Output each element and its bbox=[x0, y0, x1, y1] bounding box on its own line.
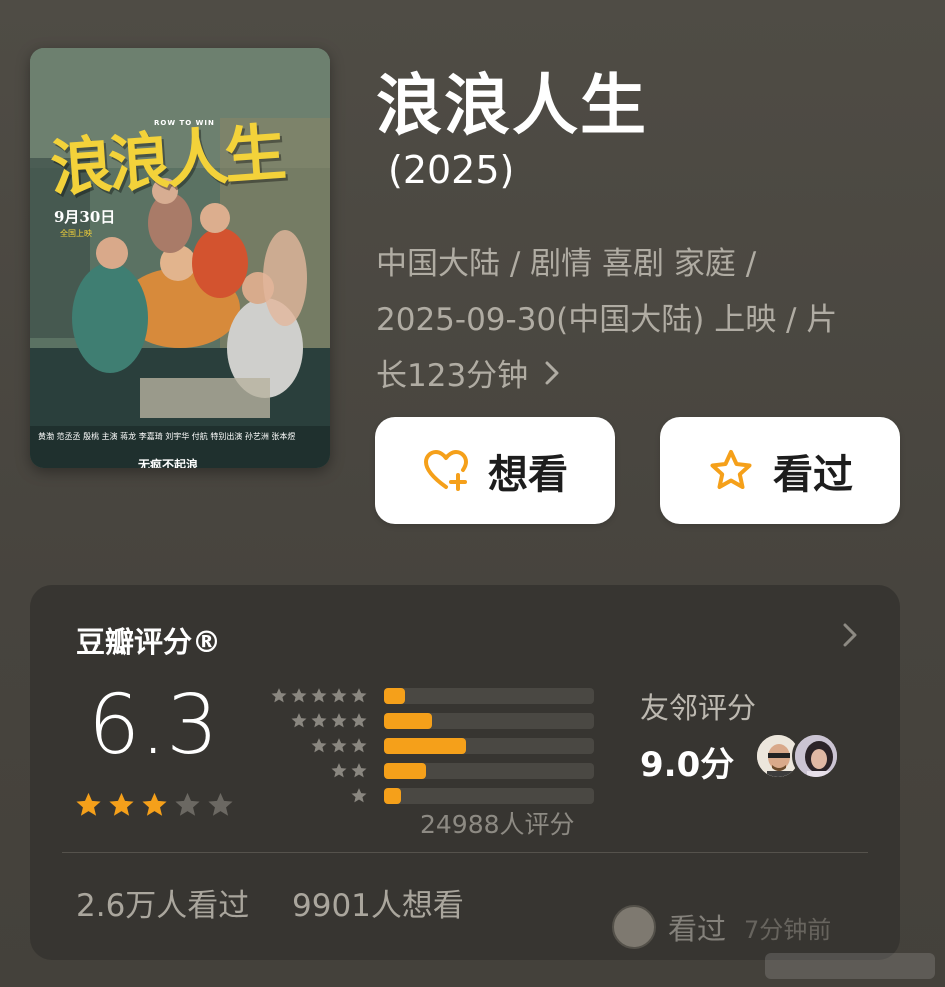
star-empty-icon bbox=[208, 792, 233, 816]
watched-label: 看过 bbox=[773, 451, 853, 498]
friend-activity[interactable]: 看过 7分钟前 bbox=[612, 903, 831, 951]
distribution-track bbox=[384, 787, 594, 804]
distribution-row bbox=[264, 683, 594, 708]
distribution-stars bbox=[264, 787, 376, 805]
avatar bbox=[612, 905, 656, 949]
rating-count: 24988人评分 bbox=[420, 810, 575, 839]
want-count[interactable]: 9901人想看 bbox=[292, 880, 464, 925]
movie-year: (2025) bbox=[388, 148, 515, 192]
star-icon bbox=[351, 712, 367, 727]
distribution-row bbox=[264, 708, 594, 733]
rating-card[interactable]: 豆瓣评分® 6.3 24988人评分 友邻评分 9.0分 2.6万人看过 990… bbox=[30, 585, 900, 960]
star-icon bbox=[331, 712, 347, 727]
neighbor-rating-score: 9.0分 bbox=[640, 745, 735, 785]
distribution-stars bbox=[264, 762, 376, 780]
heart-plus-icon bbox=[422, 447, 470, 495]
distribution-bar bbox=[384, 787, 401, 804]
star-icon bbox=[351, 737, 367, 752]
rating-distribution bbox=[264, 683, 594, 808]
distribution-track bbox=[384, 762, 594, 779]
divider bbox=[62, 852, 868, 853]
distribution-row bbox=[264, 758, 594, 783]
distribution-bar bbox=[384, 762, 426, 779]
distribution-bar bbox=[384, 712, 433, 729]
poster-release-date: 9月30日 bbox=[54, 208, 116, 226]
watched-button[interactable]: 看过 bbox=[660, 417, 900, 524]
neighbor-rating-label: 友邻评分 bbox=[640, 691, 757, 725]
neighbor-avatars[interactable] bbox=[754, 732, 844, 782]
distribution-bar bbox=[384, 737, 466, 754]
star-icon bbox=[311, 737, 327, 752]
rating-score: 6.3 bbox=[88, 678, 219, 773]
star-icon bbox=[291, 712, 307, 727]
chevron-right-icon bbox=[544, 348, 560, 404]
poster-tagline: 无疯不起浪 bbox=[138, 458, 199, 468]
star-icon bbox=[331, 737, 347, 752]
meta-line-1: 中国大陆 / 剧情 喜剧 家庭 / bbox=[376, 246, 757, 282]
chevron-right-icon[interactable] bbox=[840, 621, 860, 649]
poster-credits: 黄渤 范丞丞 殷桃 主演 蒋龙 李嘉琦 刘宇华 付航 特别出演 孙艺洲 张本煜 bbox=[38, 432, 296, 442]
star-icon bbox=[331, 762, 347, 777]
movie-detail-page: ROW TO WIN 浪浪人生 9月30日 全国上映 无疯不起浪 黄渤 范丞丞 … bbox=[0, 0, 945, 987]
star-filled-icon bbox=[109, 792, 134, 816]
watched-count[interactable]: 2.6万人看过 bbox=[76, 880, 249, 925]
star-icon bbox=[271, 687, 287, 702]
distribution-row bbox=[264, 733, 594, 758]
want-to-watch-label: 想看 bbox=[488, 451, 568, 498]
activity-time: 7分钟前 bbox=[744, 915, 832, 944]
star-outline-icon bbox=[707, 447, 755, 495]
rating-header: 豆瓣评分® bbox=[76, 625, 222, 659]
star-icon bbox=[351, 762, 367, 777]
star-icon bbox=[351, 787, 367, 802]
movie-title: 浪浪人生 bbox=[376, 67, 648, 144]
watermark bbox=[765, 953, 935, 979]
poster-release-note: 全国上映 bbox=[60, 229, 92, 238]
distribution-track bbox=[384, 687, 594, 704]
star-icon bbox=[311, 687, 327, 702]
distribution-track bbox=[384, 712, 594, 729]
distribution-bar bbox=[384, 687, 405, 704]
distribution-stars bbox=[264, 687, 376, 705]
movie-meta[interactable]: 中国大陆 / 剧情 喜剧 家庭 / 2025-09-30(中国大陆) 上映 / … bbox=[376, 236, 896, 404]
activity-action: 看过 bbox=[668, 912, 727, 946]
star-filled-icon bbox=[142, 792, 167, 816]
star-filled-icon bbox=[76, 792, 101, 816]
star-empty-icon bbox=[175, 792, 200, 816]
distribution-stars bbox=[264, 737, 376, 755]
distribution-stars bbox=[264, 712, 376, 730]
star-icon bbox=[351, 687, 367, 702]
poster-title-art: 浪浪人生 bbox=[48, 115, 285, 205]
want-to-watch-button[interactable]: 想看 bbox=[375, 417, 615, 524]
movie-poster[interactable]: ROW TO WIN 浪浪人生 9月30日 全国上映 无疯不起浪 黄渤 范丞丞 … bbox=[30, 48, 330, 468]
rating-stars bbox=[74, 791, 235, 820]
star-icon bbox=[331, 687, 347, 702]
star-icon bbox=[291, 687, 307, 702]
avatar[interactable] bbox=[792, 732, 840, 780]
meta-line-3: 长123分钟 bbox=[376, 358, 529, 394]
distribution-track bbox=[384, 737, 594, 754]
meta-line-3-wrap: 长123分钟 bbox=[376, 348, 896, 404]
meta-line-2: 2025-09-30(中国大陆) 上映 / 片 bbox=[376, 302, 838, 338]
star-icon bbox=[311, 712, 327, 727]
